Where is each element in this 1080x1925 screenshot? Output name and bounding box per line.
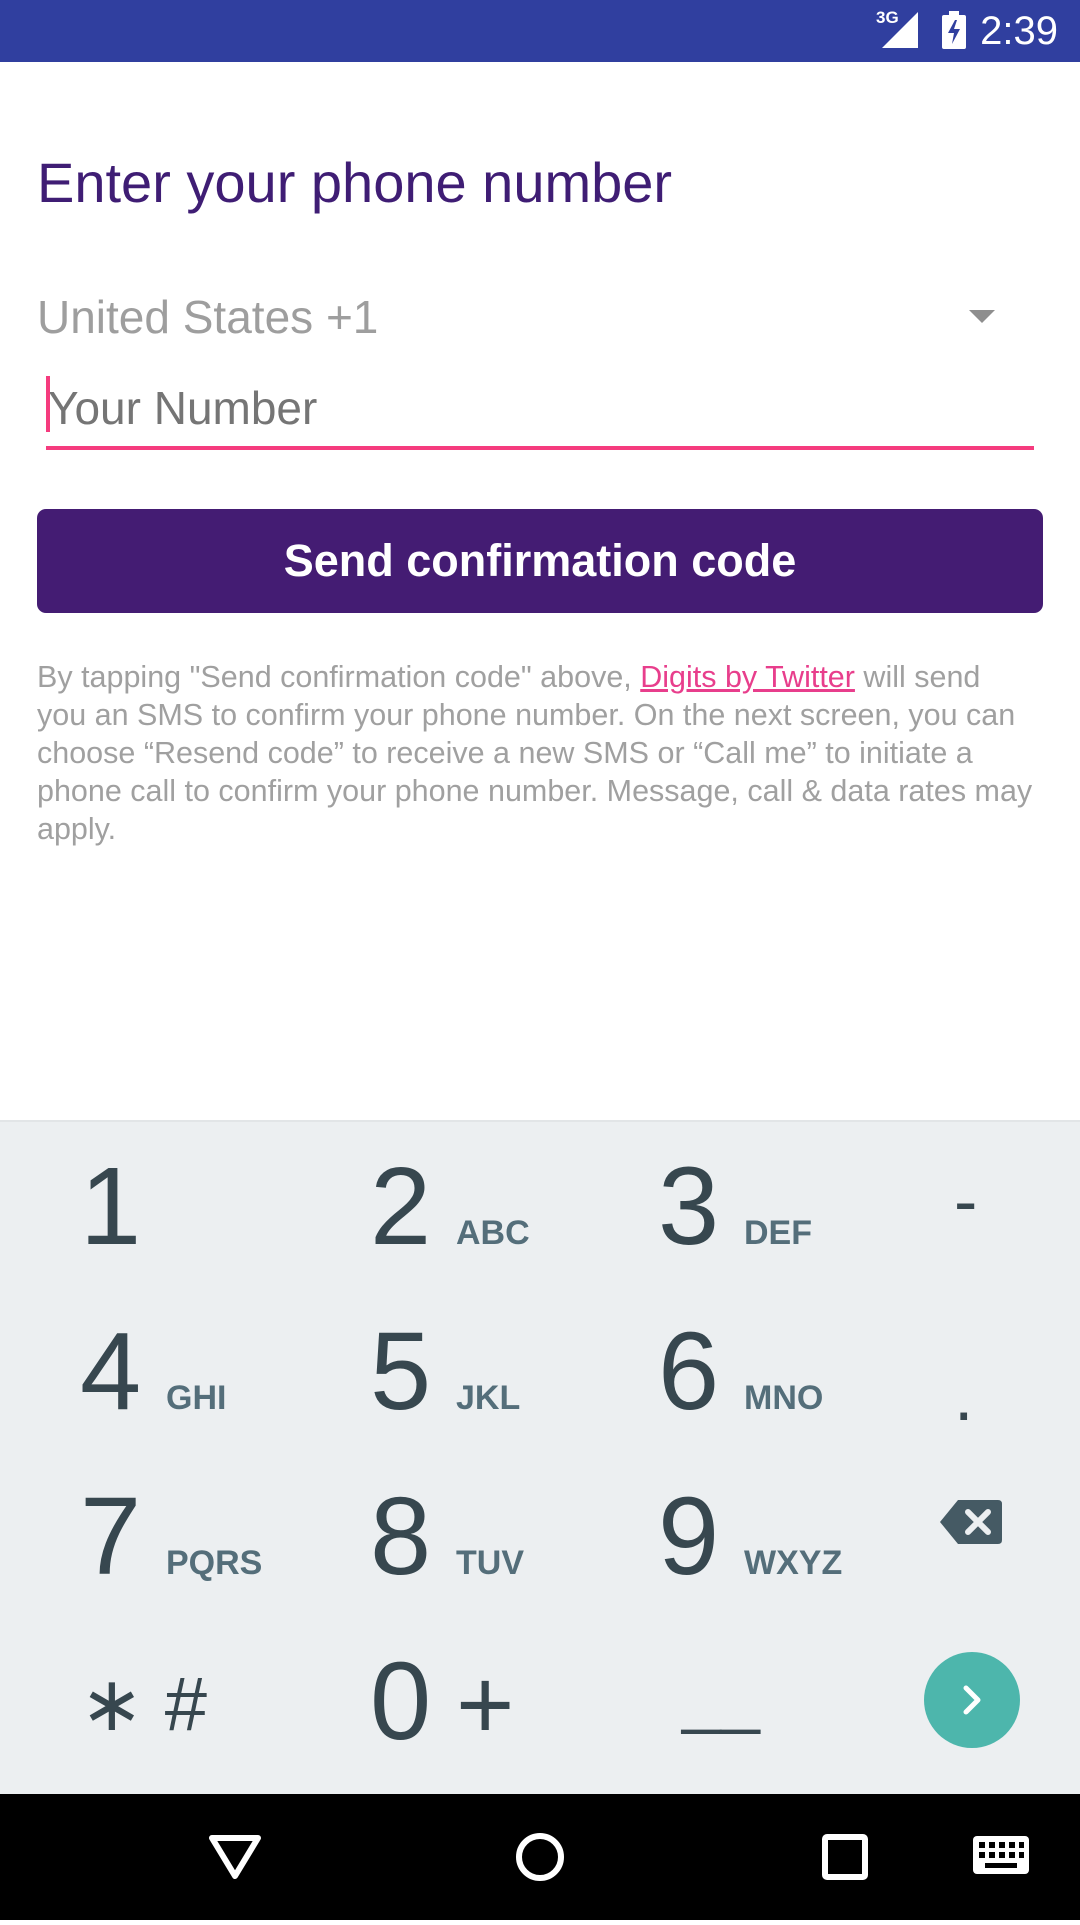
key-digit: 0: [370, 1640, 432, 1763]
key-digit: 6: [658, 1310, 720, 1433]
dial-keypad: 1 2 ABC 3 DEF - 4 GHI 5 JKL 6 MNO . 7 PQ…: [0, 1120, 1080, 1796]
backspace-icon: [940, 1500, 1002, 1544]
phone-number-field[interactable]: [46, 370, 1036, 450]
recents-button[interactable]: [800, 1794, 890, 1920]
home-button[interactable]: [495, 1794, 585, 1920]
back-triangle-icon: [209, 1835, 261, 1879]
key-digit: 7: [80, 1475, 142, 1598]
key-letters: WXYZ: [744, 1544, 843, 1582]
key-letters: MNO: [744, 1379, 824, 1417]
key-symbol: ∗ #: [80, 1662, 208, 1747]
navigation-bar: [0, 1794, 1080, 1920]
next-button[interactable]: [924, 1652, 1020, 1748]
recents-square-icon: [822, 1834, 868, 1880]
key-digit: 9: [658, 1475, 720, 1598]
key-6[interactable]: 6 MNO: [628, 1287, 868, 1447]
key-digit: 5: [370, 1310, 432, 1433]
key-letters: GHI: [166, 1379, 227, 1417]
keyboard-switch-button[interactable]: [970, 1794, 1060, 1920]
key-dot[interactable]: .: [900, 1287, 1060, 1447]
keyboard-icon: [973, 1836, 1029, 1874]
key-0[interactable]: 0 +: [340, 1617, 580, 1777]
phone-number-input[interactable]: [46, 370, 1036, 446]
clock: 2:39: [980, 9, 1058, 53]
key-digit: 8: [370, 1475, 432, 1598]
key-8[interactable]: 8 TUV: [340, 1452, 580, 1612]
key-symbol: -: [954, 1162, 978, 1240]
key-digit: 1: [80, 1145, 142, 1268]
cell-signal-icon: 3G: [876, 8, 922, 50]
key-digit: 2: [370, 1145, 432, 1268]
battery-icon: [942, 11, 966, 49]
page-title: Enter your phone number: [37, 151, 673, 214]
key-3[interactable]: 3 DEF: [628, 1122, 868, 1282]
key-letters: PQRS: [166, 1544, 263, 1582]
key-star-hash[interactable]: ∗ #: [50, 1617, 290, 1777]
key-letters: DEF: [744, 1214, 812, 1252]
key-1[interactable]: 1: [50, 1122, 290, 1282]
key-symbol: +: [456, 1649, 515, 1761]
country-selector-label: United States +1: [37, 291, 379, 343]
disclaimer-text: By tapping "Send confirmation code" abov…: [37, 658, 1037, 848]
key-digit: 3: [658, 1145, 720, 1268]
back-button[interactable]: [190, 1794, 280, 1920]
status-bar: 3G 2:39: [0, 0, 1080, 62]
key-5[interactable]: 5 JKL: [340, 1287, 580, 1447]
country-selector[interactable]: United States +1: [37, 284, 1017, 350]
key-digit: 4: [80, 1310, 142, 1433]
backspace-button[interactable]: [900, 1452, 1060, 1612]
key-4[interactable]: 4 GHI: [50, 1287, 290, 1447]
send-confirmation-code-button[interactable]: Send confirmation code: [37, 509, 1043, 613]
key-symbol: .: [954, 1357, 974, 1435]
key-2[interactable]: 2 ABC: [340, 1122, 580, 1282]
key-dash[interactable]: -: [900, 1122, 1060, 1282]
dropdown-arrow-icon: [969, 310, 995, 323]
digits-by-twitter-link[interactable]: Digits by Twitter: [640, 660, 855, 694]
key-letters: TUV: [456, 1544, 524, 1582]
key-space[interactable]: __: [628, 1617, 868, 1777]
key-letters: JKL: [456, 1379, 521, 1417]
key-9[interactable]: 9 WXYZ: [628, 1452, 868, 1612]
chevron-right-icon: [963, 1685, 981, 1715]
key-7[interactable]: 7 PQRS: [50, 1452, 290, 1612]
home-circle-icon: [516, 1833, 564, 1881]
text-cursor: [46, 376, 50, 432]
key-symbol: __: [682, 1657, 760, 1735]
disclaimer-text-before-link: By tapping "Send confirmation code" abov…: [37, 660, 641, 694]
key-letters: ABC: [456, 1214, 530, 1252]
